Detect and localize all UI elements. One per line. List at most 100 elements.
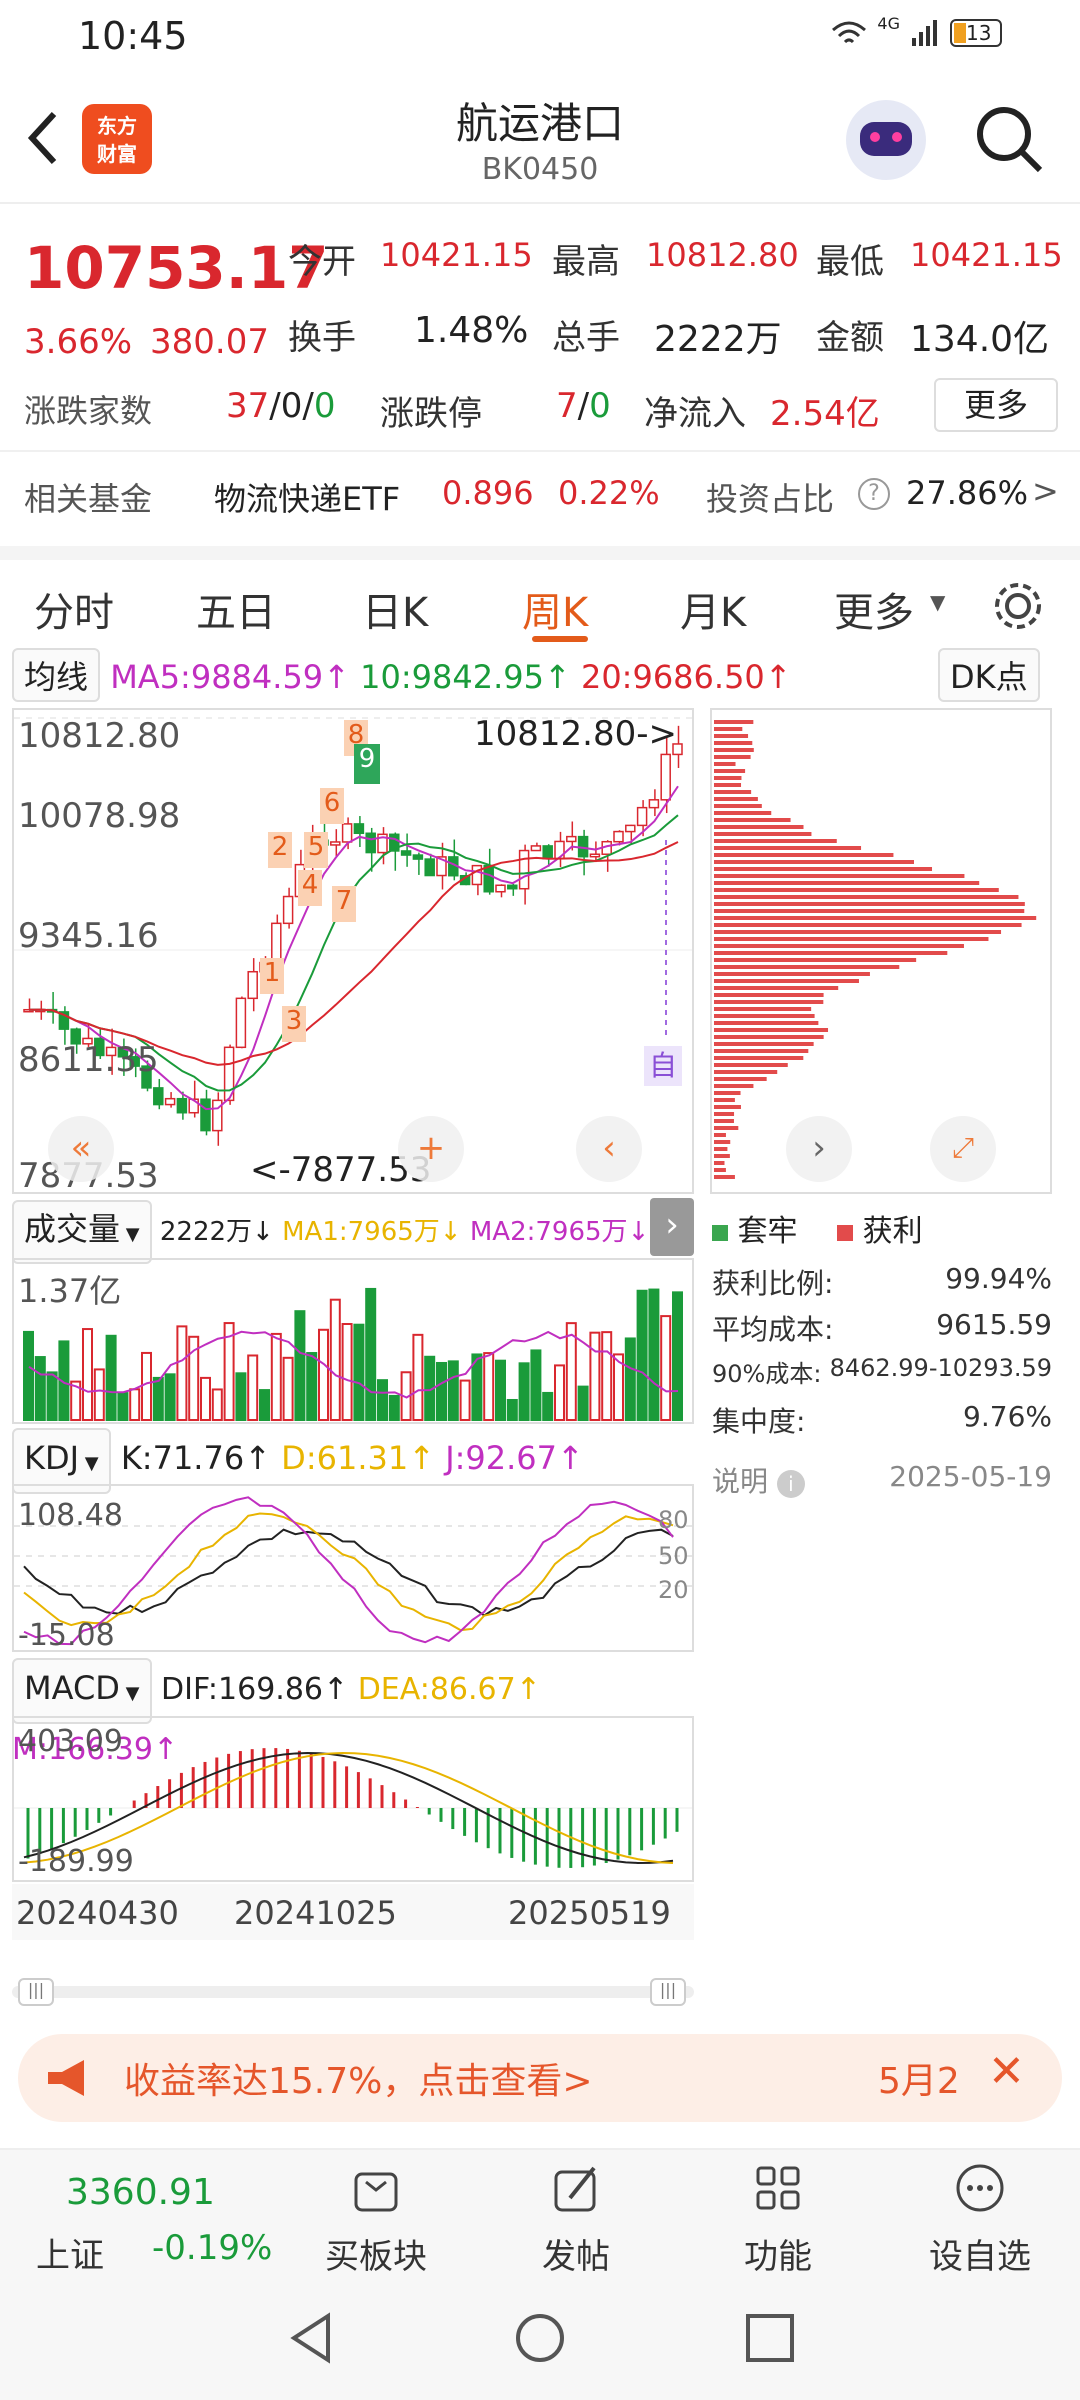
dk-point-button[interactable]: DK点: [938, 648, 1040, 702]
open-value: 10421.15: [380, 236, 533, 274]
index-value[interactable]: 3360.91: [66, 2172, 215, 2213]
inflow-label: 净流入: [644, 394, 746, 434]
chart-range-slider[interactable]: ||| |||: [12, 1976, 694, 2006]
date-label: 20250519: [508, 1894, 671, 1932]
tab-minute[interactable]: 分时: [34, 580, 114, 638]
buy-sector-button[interactable]: 买板块: [306, 2160, 446, 2278]
settings-gear-icon[interactable]: [990, 578, 1046, 634]
slider-handle-left[interactable]: |||: [18, 1978, 54, 2006]
nav-back-icon[interactable]: [286, 2310, 336, 2366]
candle-body: [483, 864, 494, 893]
chip-bar: [714, 727, 743, 731]
high-label: 最高: [552, 242, 620, 282]
explain-link[interactable]: 说明: [712, 1465, 768, 1498]
chip-bar: [714, 776, 742, 780]
volume-bar: [23, 1330, 34, 1421]
info-icon[interactable]: i: [776, 1470, 805, 1498]
robot-assistant-icon[interactable]: [846, 100, 926, 180]
tab-day-k[interactable]: 日K: [362, 580, 428, 638]
chip-bar: [714, 720, 754, 724]
fund-price: 0.896: [442, 474, 534, 512]
post-button[interactable]: 发帖: [506, 2160, 646, 2278]
chip-bar: [714, 1014, 815, 1018]
more-button[interactable]: 更多: [934, 378, 1058, 432]
chip-bar: [714, 1021, 819, 1025]
volume-bar: [672, 1291, 683, 1421]
slider-handle-right[interactable]: |||: [650, 1978, 686, 2006]
caret-down-icon: ▼: [930, 590, 946, 614]
rewind-button[interactable]: «: [48, 1116, 114, 1182]
nav-home-icon[interactable]: [512, 2310, 568, 2366]
nav-recents-icon[interactable]: [742, 2310, 798, 2366]
chip-distribution-chart[interactable]: › ⤢: [710, 708, 1052, 1194]
promo-banner[interactable]: 收益率达15.7%，点击查看> 5月2 ✕: [18, 2034, 1062, 2122]
bottom-toolbar: 3360.91 上证 -0.19% 买板块 发帖 功能 设自选: [0, 2148, 1080, 2280]
stat-label: 集中度:: [712, 1405, 806, 1438]
change-value: 380.07: [150, 322, 269, 362]
chip-bar: [714, 1119, 734, 1123]
scroll-left-button[interactable]: ‹: [576, 1116, 642, 1182]
volume-bar: [306, 1352, 318, 1421]
up-arrow: ↑: [764, 658, 792, 696]
axis-label-4: 8611.35: [18, 1040, 159, 1080]
kline-chart[interactable]: 10812.80 10078.98 9345.16 8611.35 7877.5…: [12, 708, 694, 1196]
chart-marker: 3: [282, 1006, 306, 1042]
volume-bar: [141, 1351, 152, 1421]
chart-marker: 2: [268, 832, 292, 868]
kdj-axis-top: 108.48: [18, 1498, 123, 1533]
chevron-right-icon[interactable]: ›: [786, 1116, 852, 1182]
chip-legend: 套牢 获利: [712, 1206, 1072, 1250]
add-watchlist-button[interactable]: 设自选: [910, 2160, 1050, 2278]
close-icon[interactable]: ✕: [988, 2046, 1025, 2097]
low-value: 10421.15: [910, 236, 1063, 274]
chart-marker: 7: [332, 886, 356, 922]
limit-up-count: 7: [556, 386, 578, 426]
kdj-j: J:92.67: [445, 1439, 558, 1477]
profit-label: 获利: [862, 1214, 923, 1249]
date-axis: 20240430 20241025 20250519: [12, 1884, 694, 1940]
chevron-right-icon[interactable]: >: [1032, 472, 1059, 510]
tab-five-day[interactable]: 五日: [196, 580, 276, 638]
stat-value: 99.94%: [945, 1262, 1052, 1295]
tab-month-k[interactable]: 月K: [680, 580, 746, 638]
limit-label: 涨跌停: [380, 394, 482, 434]
volume-chart[interactable]: 1.37亿: [12, 1258, 694, 1424]
search-icon[interactable]: [972, 102, 1048, 178]
tab-more[interactable]: 更多: [834, 580, 914, 638]
chip-bar: [714, 818, 791, 822]
date-label: 20241025: [234, 1894, 397, 1932]
stat-value: 8462.99-10293.59: [829, 1354, 1052, 1382]
chip-bar: [714, 1049, 809, 1053]
expand-panel-button[interactable]: ›: [650, 1198, 694, 1256]
tab-week-k[interactable]: 周K: [522, 580, 588, 638]
macd-dea: DEA:86.67: [357, 1672, 516, 1707]
up-arrow: ↑: [543, 658, 571, 696]
ma-selector[interactable]: 均线: [12, 648, 101, 702]
kdj-chart[interactable]: 108.48 -15.08 80 50 20: [12, 1484, 694, 1653]
candle-body: [153, 1087, 164, 1106]
volume-selector[interactable]: 成交量 ▼: [12, 1200, 152, 1264]
index-name[interactable]: 上证: [36, 2228, 104, 2277]
chip-bar: [714, 923, 1022, 927]
chip-bar: [714, 1007, 812, 1011]
expand-icon[interactable]: ⤢: [930, 1116, 996, 1182]
fund-name[interactable]: 物流快递ETF: [214, 474, 400, 520]
candle-body: [282, 895, 294, 925]
flat-count: 0: [280, 386, 303, 426]
macd-legend: MACD ▼ DIF:169.86↑ DEA:86.67↑ M:166.39↑: [12, 1658, 692, 1767]
chip-bar: [714, 755, 751, 759]
fund-ratio: 27.86%: [906, 474, 1029, 512]
functions-button[interactable]: 功能: [708, 2160, 848, 2278]
chip-bar: [714, 986, 839, 990]
index-pct[interactable]: -0.19%: [152, 2228, 272, 2268]
help-icon[interactable]: ?: [858, 478, 890, 510]
macd-chart[interactable]: 403.09 -189.99: [12, 1716, 694, 1882]
stat-label: 90%成本:: [712, 1360, 822, 1388]
chart-marker: 5: [304, 832, 328, 868]
zoom-in-button[interactable]: +: [398, 1116, 464, 1182]
macd-selector[interactable]: MACD ▼: [12, 1658, 152, 1724]
axis-label-top: 10812.80: [18, 716, 181, 756]
macd-dif: DIF:169.86: [161, 1672, 323, 1707]
volume-bar: [129, 1388, 141, 1421]
fund-ratio-label: 投资占比: [706, 480, 835, 518]
